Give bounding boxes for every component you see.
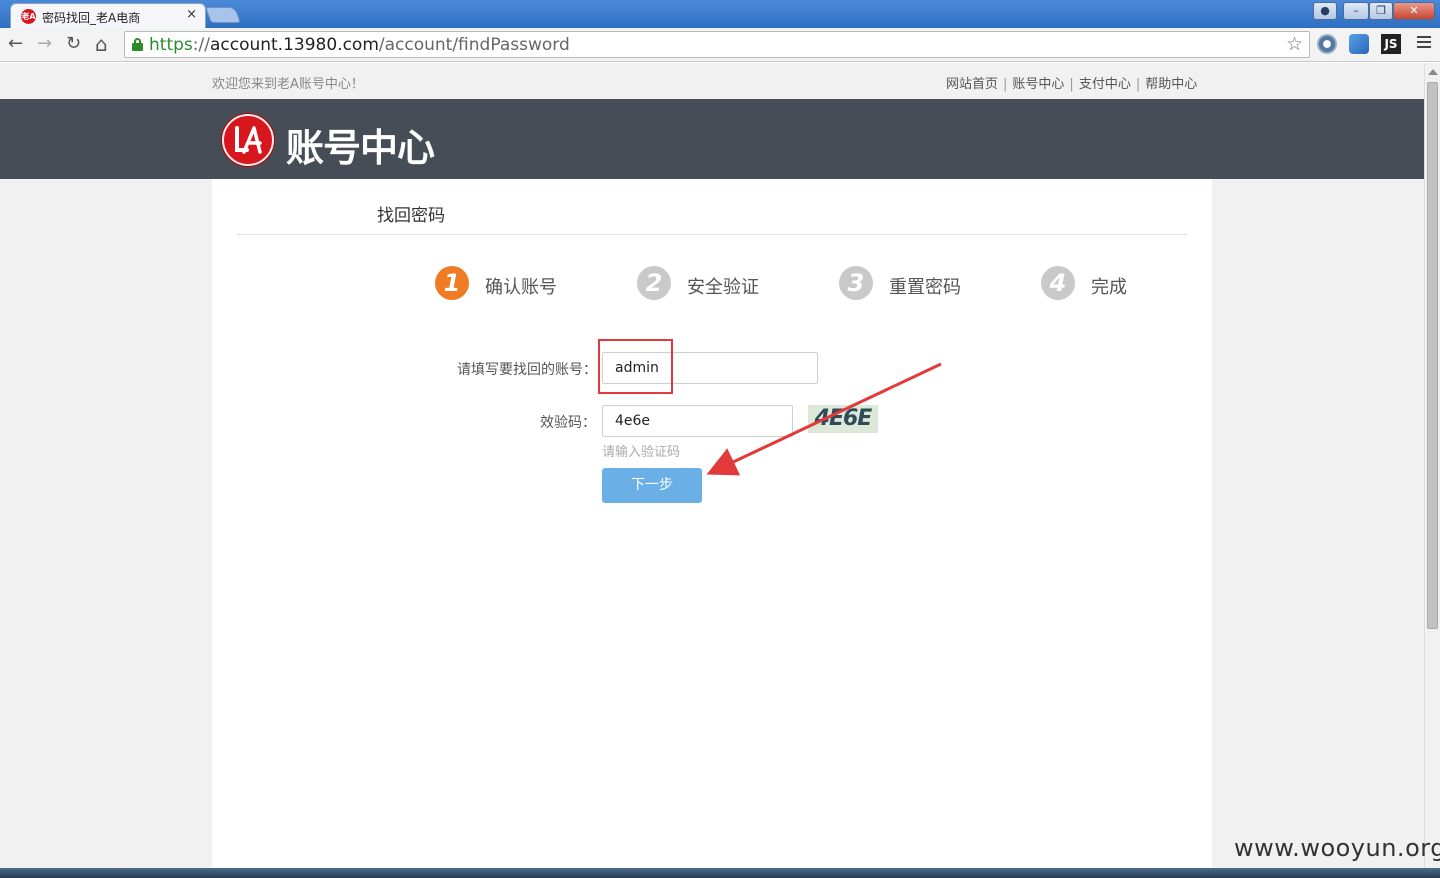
new-tab-button[interactable] xyxy=(205,7,241,23)
browser-titlebar: 老A 密码找回_老A电商 × ● – ❐ ✕ xyxy=(0,0,1440,29)
logo-icon[interactable] xyxy=(222,114,274,166)
lock-icon xyxy=(132,38,143,51)
profile-icon[interactable]: ● xyxy=(1313,2,1337,20)
os-taskbar xyxy=(0,868,1440,878)
link-home[interactable]: 网站首页 xyxy=(946,77,998,92)
extension-globe-icon[interactable] xyxy=(1317,34,1337,54)
page-scrollbar[interactable] xyxy=(1424,63,1440,878)
url-separator: :// xyxy=(192,35,210,55)
window-close-button[interactable]: ✕ xyxy=(1393,2,1435,20)
tab-title: 密码找回_老A电商 xyxy=(42,11,141,25)
restore-button[interactable]: ❐ xyxy=(1369,2,1393,20)
annotation-arrow xyxy=(706,362,942,476)
url-text: https://account.13980.com/account/findPa… xyxy=(149,35,570,55)
minimize-button[interactable]: – xyxy=(1343,2,1369,20)
tab-favicon-icon: 老A xyxy=(21,9,36,24)
url-path: /account/findPassword xyxy=(378,35,570,55)
browser-tab[interactable]: 老A 密码找回_老A电商 × xyxy=(10,3,206,29)
top-links: 网站首页 | 账号中心 | 支付中心 | 帮助中心 xyxy=(946,77,1198,92)
main-content: 找回密码 1 确认账号 2 安全验证 3 重置密码 4 完成 请填写要找回的账号… xyxy=(212,179,1212,878)
bookmark-star-icon[interactable]: ☆ xyxy=(1286,33,1303,55)
reload-icon[interactable]: ↻ xyxy=(66,34,81,54)
scroll-up-icon[interactable] xyxy=(1428,69,1438,75)
url-host: account.13980.com xyxy=(209,35,379,55)
site-header: 账号中心 xyxy=(0,99,1424,179)
extension-js-icon[interactable]: JS xyxy=(1381,34,1401,54)
forward-icon[interactable]: → xyxy=(37,34,52,54)
back-icon[interactable]: ← xyxy=(8,34,23,54)
web-page: 欢迎您来到老A账号中心！ 网站首页 | 账号中心 | 支付中心 | 帮助中心 账号中心 找回… xyxy=(0,63,1424,878)
home-icon[interactable]: ⌂ xyxy=(95,34,108,54)
watermark: www.wooyun.org xyxy=(1234,834,1440,862)
top-bar: 欢迎您来到老A账号中心！ 网站首页 | 账号中心 | 支付中心 | 帮助中心 xyxy=(0,63,1424,99)
welcome-text: 欢迎您来到老A账号中心！ xyxy=(212,77,364,92)
link-account-center[interactable]: 账号中心 xyxy=(1012,77,1064,92)
chrome-menu-icon[interactable] xyxy=(1417,36,1431,51)
link-payment-center[interactable]: 支付中心 xyxy=(1079,77,1131,92)
url-scheme: https xyxy=(149,35,193,55)
tab-close-icon[interactable]: × xyxy=(186,7,197,22)
browser-toolbar: ← → ↻ ⌂ https://account.13980.com/accoun… xyxy=(0,28,1440,62)
scroll-thumb[interactable] xyxy=(1427,82,1438,629)
logo-text: 账号中心 xyxy=(286,126,435,170)
address-bar[interactable]: https://account.13980.com/account/findPa… xyxy=(124,31,1310,58)
extension-blue-icon[interactable] xyxy=(1349,34,1369,54)
link-help-center[interactable]: 帮助中心 xyxy=(1145,77,1197,92)
